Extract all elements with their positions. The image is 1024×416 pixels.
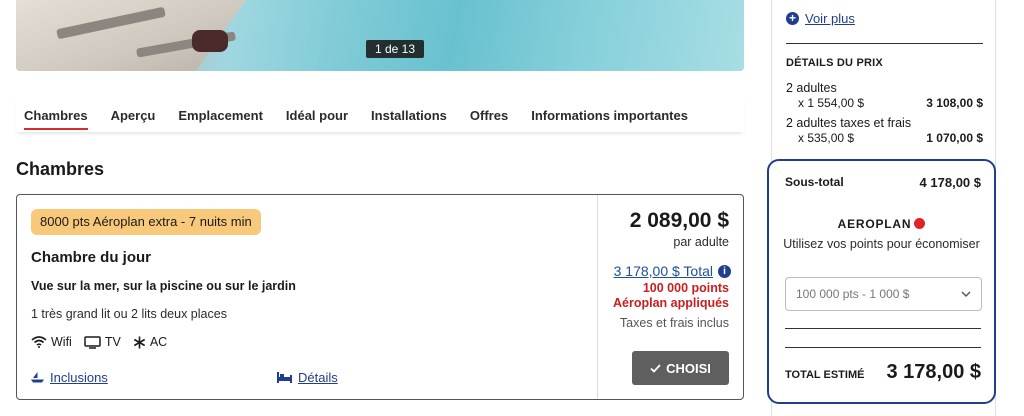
room-info: 8000 pts Aéroplan extra - 7 nuits min Ch…: [17, 195, 599, 399]
card-divider: [597, 195, 598, 399]
aeroplan-description: Utilisez vos points pour économiser: [783, 237, 980, 251]
price-details-title: DÉTAILS DU PRIX: [786, 57, 883, 69]
promo-badge: 8000 pts Aéroplan extra - 7 nuits min: [31, 209, 261, 235]
towel: [192, 30, 228, 52]
total-price-label: 3 178,00 $ Total: [613, 263, 713, 279]
details-link[interactable]: Détails: [277, 370, 338, 385]
subtotal-value: 4 178,00 $: [919, 175, 981, 190]
room-name: Chambre du jour: [31, 249, 152, 266]
price-summary-box: Sous-total 4 178,00 $ AEROPLAN Utilisez …: [767, 159, 996, 404]
points-label: Aéroplan appliqués: [613, 296, 729, 310]
estimated-total-row: TOTAL ESTIMÉ 3 178,00 $: [785, 361, 981, 384]
check-icon: [650, 363, 661, 373]
choisi-button[interactable]: CHOISI: [632, 351, 729, 385]
price-line-amount: 3 108,00 $: [926, 96, 983, 110]
divider: [785, 347, 981, 348]
room-view: Vue sur la mer, sur la piscine ou sur le…: [31, 279, 296, 293]
amenity-label: TV: [104, 335, 121, 349]
aeroplan-brand: AEROPLAN: [837, 217, 912, 231]
amenity-label: AC: [149, 335, 168, 349]
price-line-label: 2 adultes taxes et frais: [786, 116, 912, 130]
price-unit: par adulte: [673, 235, 729, 249]
hotel-photo[interactable]: 1 de 13: [16, 0, 744, 71]
maple-leaf-icon: [914, 218, 926, 229]
divider: [785, 328, 981, 329]
amenity-ac: AC: [133, 335, 167, 349]
points-select-value: 100 000 pts - 1 000 $: [796, 287, 910, 301]
info-icon[interactable]: i: [718, 264, 731, 278]
price-line: x 1 554,00 $ 3 108,00 $: [798, 96, 983, 110]
taxes-note: Taxes et frais inclus: [619, 316, 729, 330]
tab-offres[interactable]: Offres: [462, 96, 523, 132]
amenity-label: Wifi: [51, 335, 72, 349]
estimated-total-value: 3 178,00 $: [886, 361, 981, 383]
points-amount: 100 000 points: [642, 281, 729, 295]
chevron-down-icon: [961, 291, 971, 297]
voir-plus-link[interactable]: + Voir plus: [786, 11, 855, 26]
choisi-label: CHOISI: [666, 360, 711, 376]
tab-emplacement[interactable]: Emplacement: [170, 96, 278, 132]
amenity-tv: TV: [84, 335, 121, 349]
details-link-label: Détails: [298, 370, 338, 385]
points-select[interactable]: 100 000 pts - 1 000 $: [785, 277, 982, 311]
tab-installations[interactable]: Installations: [363, 96, 462, 132]
divider: [786, 43, 983, 44]
points-applied: 100 000 points Aéroplan appliqués: [613, 281, 729, 311]
estimated-total-label: TOTAL ESTIMÉ: [785, 369, 865, 381]
snowflake-icon: [133, 336, 145, 348]
amenities-list: Wifi TV AC: [31, 335, 167, 349]
total-price-link[interactable]: 3 178,00 $ Total i: [614, 263, 731, 279]
tab-informations-importantes[interactable]: Informations importantes: [523, 96, 703, 132]
voir-plus-label: Voir plus: [805, 11, 855, 26]
bed-icon: [277, 372, 292, 383]
tab-ideal-pour[interactable]: Idéal pour: [278, 96, 363, 132]
subtotal-row: Sous-total 4 178,00 $: [785, 175, 981, 190]
amenity-wifi: Wifi: [31, 335, 72, 349]
price-line: x 535,00 $ 1 070,00 $: [798, 131, 983, 145]
room-card: 8000 pts Aéroplan extra - 7 nuits min Ch…: [16, 194, 744, 400]
inclusions-link-label: Inclusions: [50, 370, 108, 385]
wifi-icon: [31, 336, 47, 348]
price-line-qty: x 535,00 $: [798, 131, 855, 145]
tv-icon: [84, 335, 101, 349]
room-beds: 1 très grand lit ou 2 lits deux places: [31, 307, 227, 321]
tab-apercu[interactable]: Aperçu: [103, 96, 171, 132]
ship-icon: [31, 372, 44, 383]
section-tabs: Chambres Aperçu Emplacement Idéal pour I…: [16, 96, 744, 132]
room-price: 2 089,00 $: [629, 209, 729, 232]
subtotal-label: Sous-total: [785, 175, 844, 189]
aeroplan-logo: AEROPLAN: [769, 217, 994, 231]
tab-chambres[interactable]: Chambres: [16, 96, 103, 132]
price-line-label: 2 adultes: [786, 81, 837, 95]
room-pricing: 2 089,00 $ par adulte 3 178,00 $ Total i…: [599, 195, 743, 399]
plus-icon: +: [786, 12, 799, 25]
inclusions-link[interactable]: Inclusions: [31, 370, 108, 385]
price-line-amount: 1 070,00 $: [926, 131, 983, 145]
section-title: Chambres: [16, 159, 105, 179]
price-line-qty: x 1 554,00 $: [798, 96, 865, 110]
photo-counter: 1 de 13: [366, 40, 424, 58]
